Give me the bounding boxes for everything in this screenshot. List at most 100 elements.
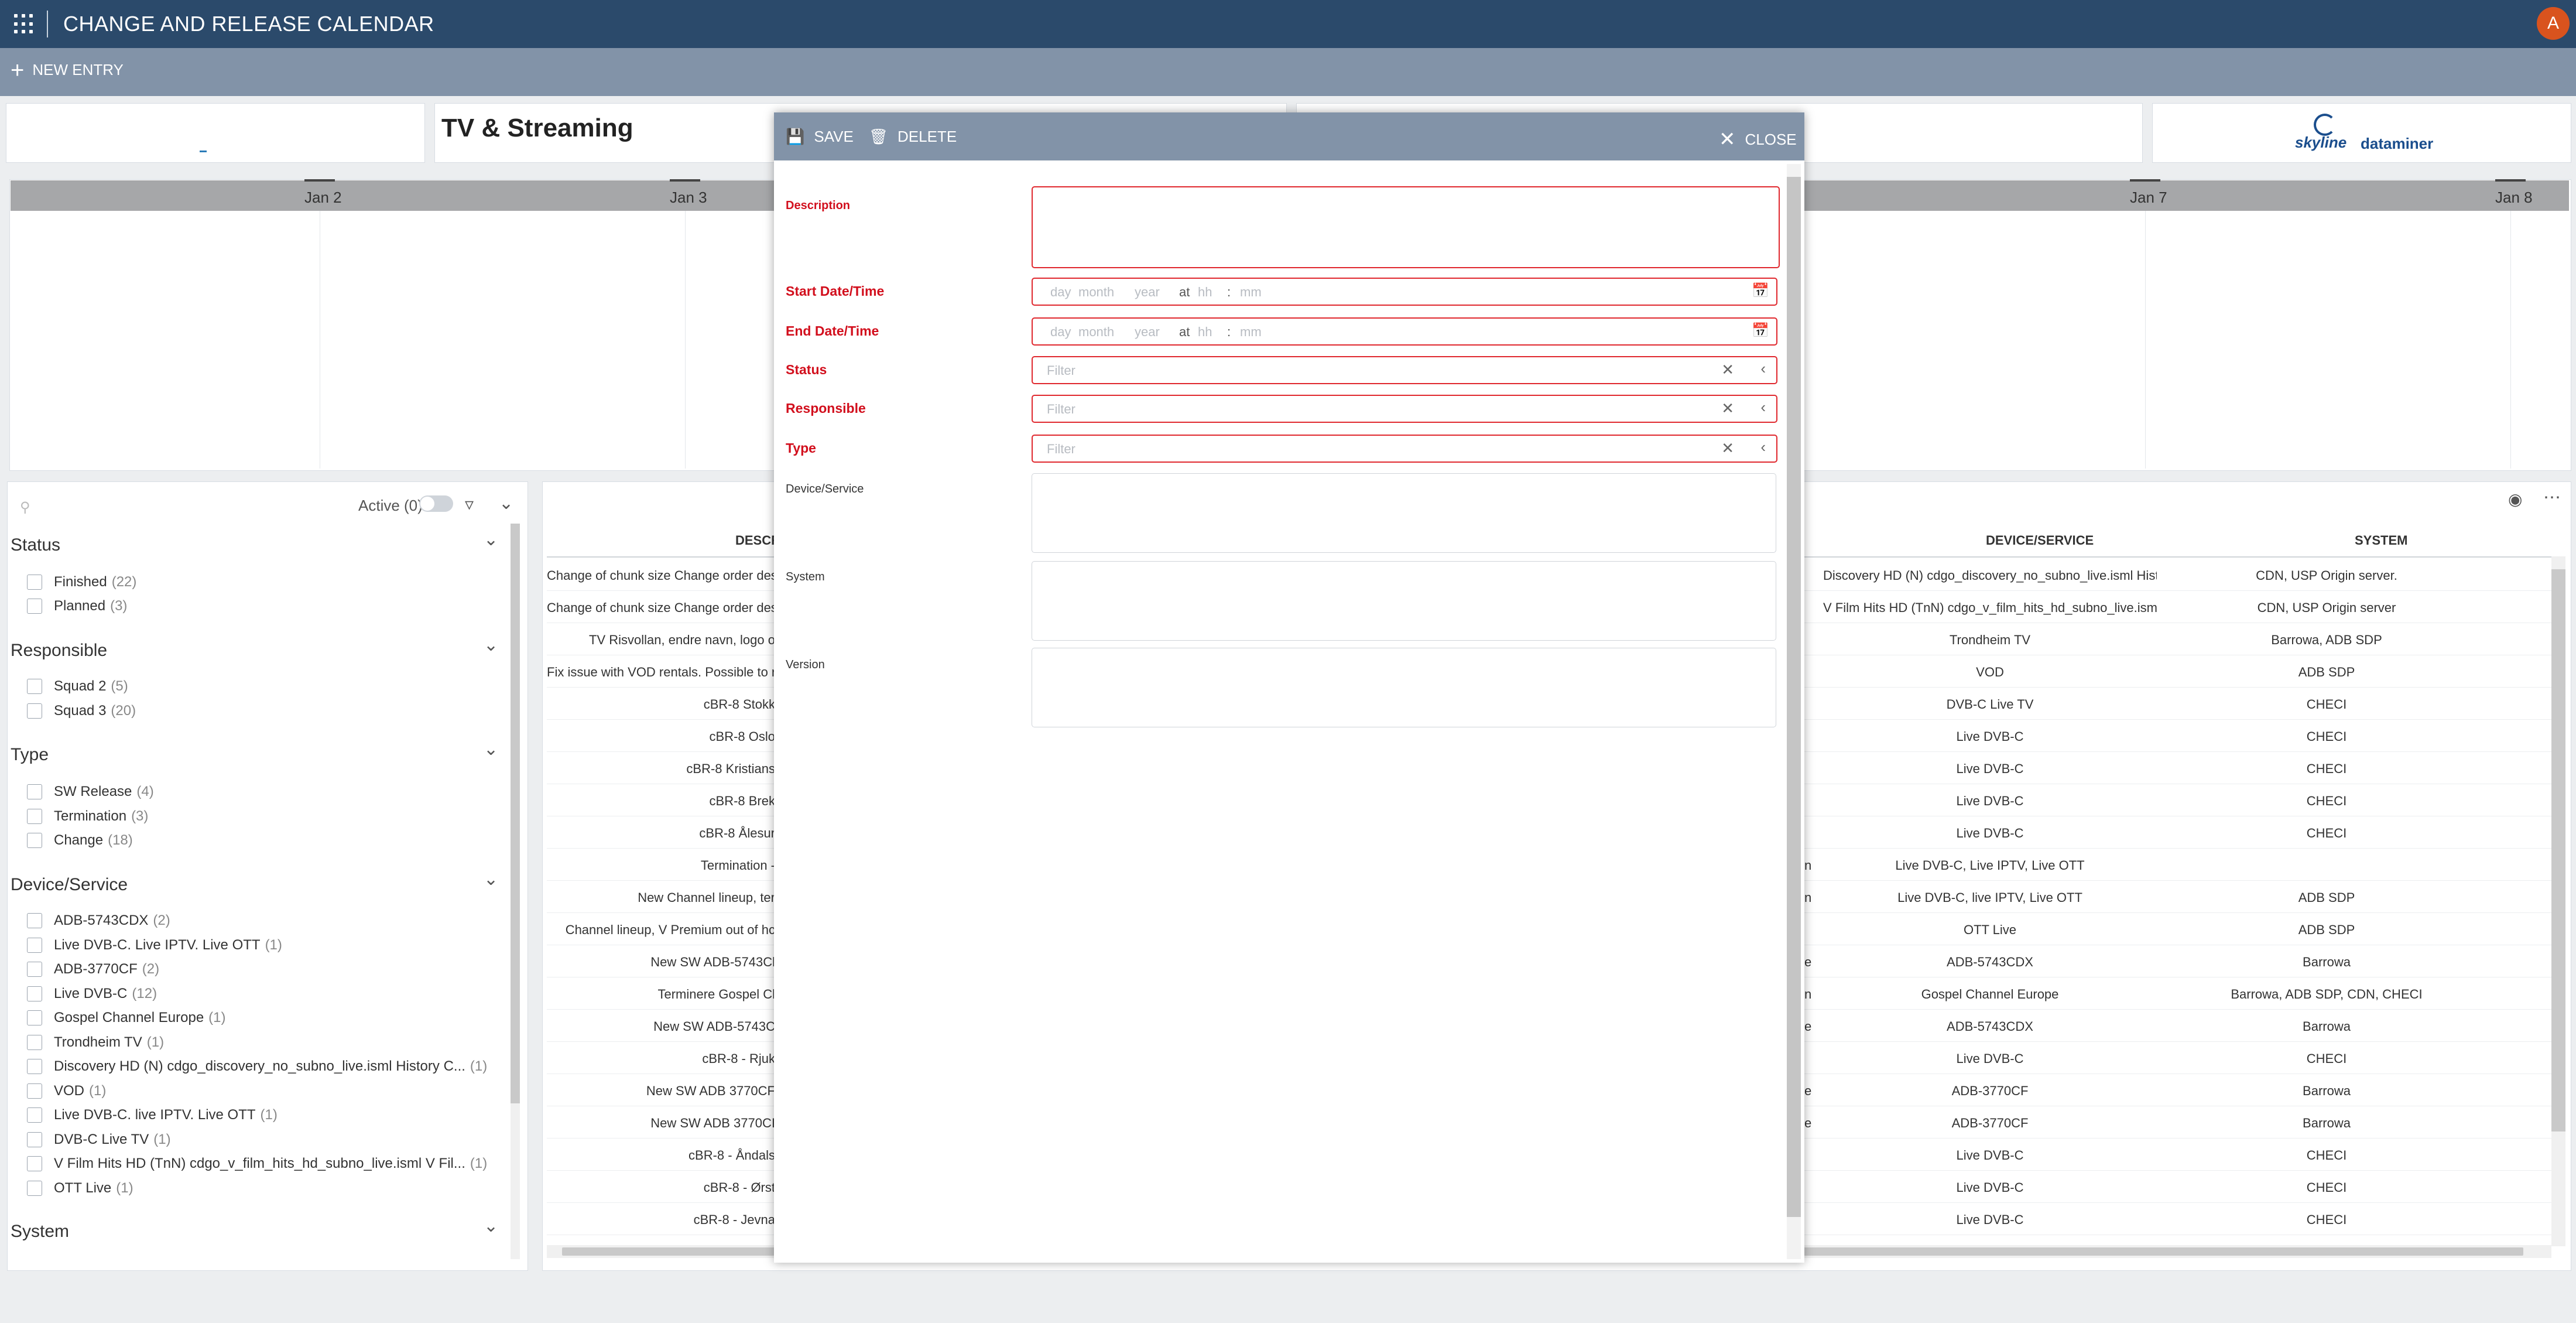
filter-item[interactable]: Termination (3) <box>27 808 148 825</box>
end-datetime-field[interactable]: day month year at hh : mm 📅 <box>1032 317 1777 346</box>
clear-icon[interactable]: ✕ <box>1721 361 1734 379</box>
timeline-tick <box>670 179 700 182</box>
user-avatar[interactable]: A <box>2537 7 2570 40</box>
cell-column: e <box>1804 955 1812 969</box>
cell-system: CHECI <box>2306 1212 2347 1227</box>
chevron-left-icon[interactable]: ‹ <box>1760 360 1766 378</box>
chevron-down-icon[interactable]: ⌄ <box>484 1216 498 1236</box>
responsible-select[interactable]: Filter ✕ ‹ <box>1032 395 1777 423</box>
cell-device-service: Live DVB-C <box>1956 761 2024 776</box>
filter-item[interactable]: Live DVB-C. live IPTV. Live OTT (1) <box>27 1107 278 1123</box>
checkbox[interactable] <box>27 938 42 953</box>
start-datetime-field[interactable]: day month year at hh : mm 📅 <box>1032 278 1777 306</box>
checkbox[interactable] <box>27 1059 42 1074</box>
filter-item[interactable]: VOD (1) <box>27 1083 106 1099</box>
search-icon[interactable]: ⚲ <box>20 499 30 516</box>
filter-item[interactable]: Discovery HD (N) cdgo_discovery_no_subno… <box>27 1058 487 1075</box>
chevron-down-icon[interactable]: ⌄ <box>484 529 498 550</box>
app-launcher-icon[interactable] <box>14 14 34 34</box>
filter-item[interactable]: Change (18) <box>27 832 133 849</box>
table-scrollbar-thumb[interactable] <box>2551 569 2565 1131</box>
filter-item[interactable]: Squad 3 (20) <box>27 703 136 719</box>
cell-device-service: Gospel Channel Europe <box>1921 987 2059 1001</box>
checkbox[interactable] <box>27 1132 42 1147</box>
chevron-left-icon[interactable]: ‹ <box>1760 398 1766 416</box>
filter-item[interactable]: SW Release (4) <box>27 784 154 800</box>
checkbox[interactable] <box>27 1107 42 1123</box>
device-service-field[interactable] <box>1032 473 1776 553</box>
column-header-device-service[interactable]: DEVICE/SERVICE <box>1986 533 2094 548</box>
clear-icon[interactable]: ✕ <box>1721 439 1734 457</box>
column-header-system[interactable]: SYSTEM <box>2355 533 2407 548</box>
more-icon[interactable]: ⋯ <box>2543 487 2561 508</box>
filter-item[interactable]: Trondheim TV (1) <box>27 1034 164 1051</box>
calendar-icon[interactable]: 📅 <box>1752 322 1769 339</box>
filter-item[interactable]: ADB-3770CF (2) <box>27 961 159 977</box>
checkbox[interactable] <box>27 809 42 824</box>
filter-item[interactable]: OTT Live (1) <box>27 1180 133 1196</box>
cell-description: Fix issue with VOD rentals. Possible to … <box>547 665 775 679</box>
filter-item[interactable]: Gospel Channel Europe (1) <box>27 1010 226 1026</box>
checkbox[interactable] <box>27 599 42 614</box>
save-button[interactable]: 💾 SAVE <box>786 128 854 146</box>
close-button[interactable]: ✕ CLOSE <box>1719 128 1797 151</box>
clear-icon[interactable]: ✕ <box>1721 399 1734 418</box>
filter-item[interactable]: Planned (3) <box>27 598 127 614</box>
description-field[interactable] <box>1032 186 1780 268</box>
checkbox[interactable] <box>27 1156 42 1171</box>
cell-description: Change of chunk size Change order desc <box>547 568 775 583</box>
filter-item[interactable]: Squad 2 (5) <box>27 678 128 695</box>
new-entry-button[interactable]: + NEW ENTRY <box>11 59 124 82</box>
filter-item[interactable]: Finished (22) <box>27 574 136 590</box>
cell-device-service: Live DVB-C <box>1956 729 2024 744</box>
checkbox[interactable] <box>27 962 42 977</box>
status-select[interactable]: Filter ✕ ‹ <box>1032 356 1777 384</box>
cell-system: CHECI <box>2306 794 2347 808</box>
filter-item[interactable]: ADB-5743CDX (2) <box>27 912 170 929</box>
checkbox[interactable] <box>27 913 42 928</box>
chevron-down-icon[interactable]: ⌄ <box>484 635 498 655</box>
delete-label: DELETE <box>898 128 957 145</box>
checkbox[interactable] <box>27 1083 42 1099</box>
version-field[interactable] <box>1032 648 1776 727</box>
checkbox[interactable] <box>27 703 42 719</box>
calendar-icon[interactable]: 📅 <box>1752 282 1769 299</box>
page-title: TV & Streaming <box>441 114 633 142</box>
header-divider <box>47 11 48 37</box>
filter-group-title: System <box>11 1222 70 1241</box>
cell-system: CDN, USP Origin server <box>2257 600 2396 615</box>
filter-funnel-icon[interactable]: ▿ <box>465 494 474 515</box>
checkbox[interactable] <box>27 1010 42 1025</box>
cell-description: cBR-8 Brek <box>709 794 775 808</box>
checkbox[interactable] <box>27 986 42 1001</box>
checkbox[interactable] <box>27 784 42 799</box>
checkbox[interactable] <box>27 679 42 694</box>
filter-item[interactable]: DVB-C Live TV (1) <box>27 1131 171 1148</box>
chevron-left-icon[interactable]: ‹ <box>1760 438 1766 456</box>
chevron-down-icon[interactable]: ⌄ <box>499 493 513 514</box>
checkbox[interactable] <box>27 1035 42 1050</box>
filter-item[interactable]: Live DVB-C. Live IPTV. Live OTT (1) <box>27 937 282 953</box>
chevron-down-icon[interactable]: ⌄ <box>484 739 498 760</box>
cell-description: TV Risvollan, endre navn, logo o <box>589 633 775 647</box>
timeline-day: Jan 2 <box>304 189 342 206</box>
delete-button[interactable]: 🗑 DELETE <box>869 128 957 146</box>
cell-description: cBR-8 Kristians <box>686 761 775 776</box>
filter-item[interactable]: V Film Hits HD (TnN) cdgo_v_film_hits_hd… <box>27 1156 487 1172</box>
eye-icon[interactable]: ◉ <box>2508 490 2522 509</box>
filter-scrollbar-thumb[interactable] <box>511 524 520 1103</box>
type-select[interactable]: Filter ✕ ‹ <box>1032 435 1777 463</box>
checkbox[interactable] <box>27 1181 42 1196</box>
chevron-down-icon[interactable]: ⌄ <box>484 869 498 890</box>
checkbox[interactable] <box>27 833 42 848</box>
checkbox[interactable] <box>27 575 42 590</box>
filter-group-title: Responsible <box>11 641 108 660</box>
filter-item[interactable]: Live DVB-C (12) <box>27 986 157 1002</box>
close-icon: ✕ <box>1719 128 1736 151</box>
system-field[interactable] <box>1032 561 1776 641</box>
cell-device-service: Live DVB-C <box>1956 1212 2024 1227</box>
dialog-scrollbar-thumb[interactable] <box>1787 177 1801 1217</box>
active-toggle[interactable] <box>419 495 453 512</box>
loading-indicator <box>200 151 207 152</box>
dataminer-logo-text: dataminer <box>2361 135 2434 152</box>
